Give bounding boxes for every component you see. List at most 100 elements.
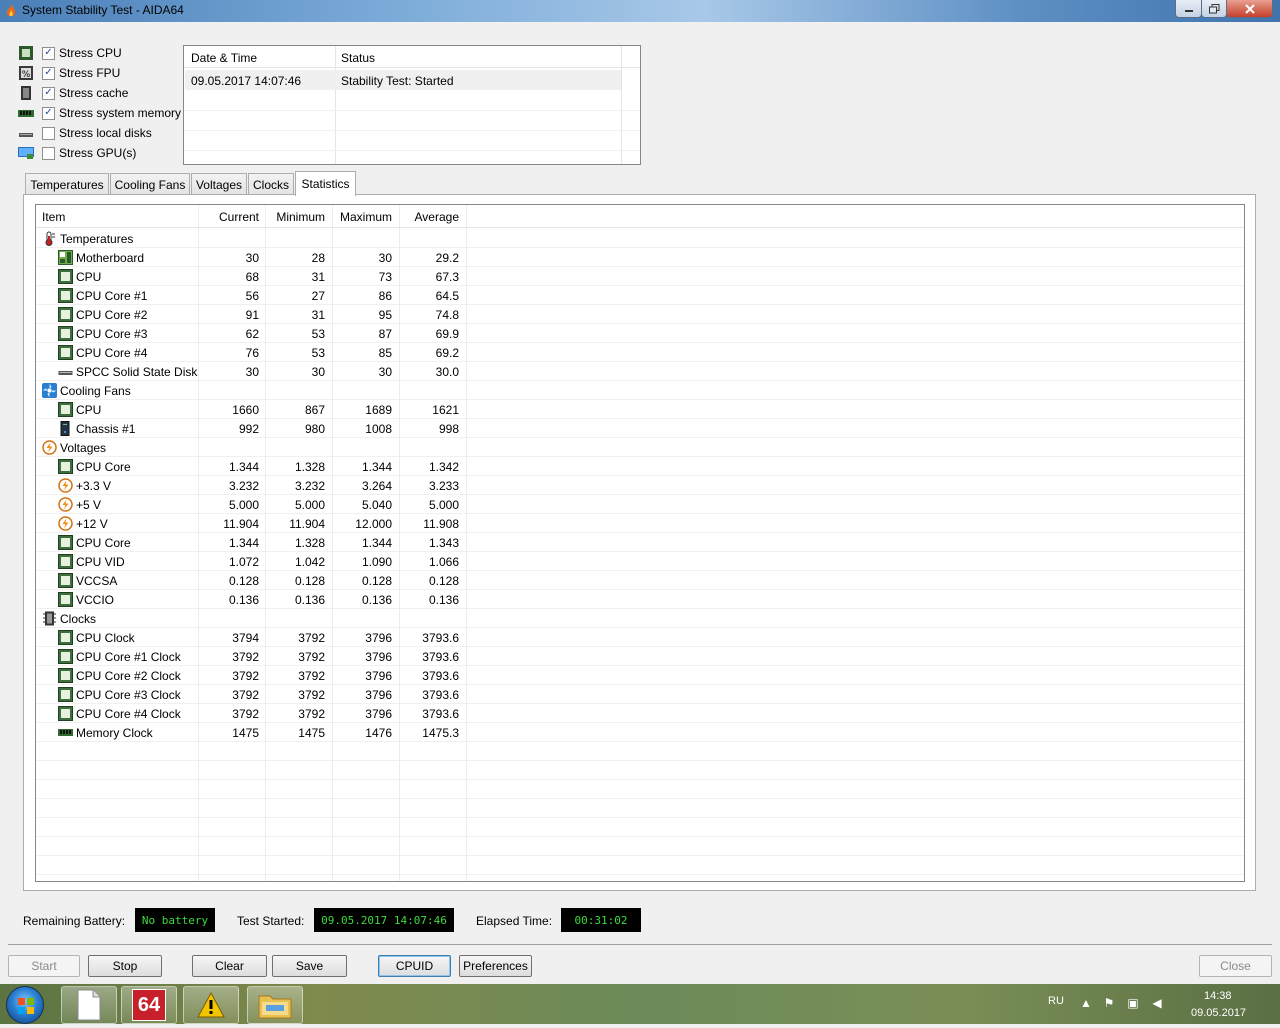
cpu-icon xyxy=(19,46,33,60)
stop-button[interactable]: Stop xyxy=(88,955,162,977)
table-group-row[interactable]: Clocks xyxy=(36,609,1244,628)
clock-date[interactable]: 09.05.2017 xyxy=(1191,1007,1246,1019)
event-log[interactable]: Date & Time Status 09.05.2017 14:07:46 S… xyxy=(183,45,641,165)
table-row[interactable]: Memory Clock 1475 1475 1476 1475.3 xyxy=(36,723,1244,742)
stress-cpu-option[interactable]: ✓ Stress CPU xyxy=(18,44,188,62)
taskbar-app-aida64[interactable]: 64 xyxy=(121,986,177,1024)
table-row[interactable]: CPU VID 1.072 1.042 1.090 1.066 xyxy=(36,552,1244,571)
title-bar[interactable]: System Stability Test - AIDA64 xyxy=(0,0,1280,22)
preferences-button[interactable]: Preferences xyxy=(459,955,532,977)
table-row[interactable]: CPU Clock 3794 3792 3796 3793.6 xyxy=(36,628,1244,647)
stress-disks-option[interactable]: Stress local disks xyxy=(18,124,188,142)
elapsed-time-value: 00:31:02 xyxy=(561,908,641,932)
taskbar-app-explorer[interactable] xyxy=(247,986,303,1024)
stress-memory-checkbox[interactable]: ✓ xyxy=(42,106,55,120)
value-cur: 11.904 xyxy=(223,517,259,531)
stress-cpu-checkbox[interactable]: ✓ xyxy=(42,46,55,60)
clock-time[interactable]: 14:38 xyxy=(1204,990,1232,1002)
group-label: Cooling Fans xyxy=(60,384,131,398)
value-cur: 3792 xyxy=(232,707,259,721)
table-row[interactable]: Motherboard 30 28 30 29.2 xyxy=(36,248,1244,267)
divider xyxy=(8,944,1272,945)
table-row[interactable]: VCCIO 0.136 0.136 0.136 0.136 xyxy=(36,590,1244,609)
stress-disks-checkbox[interactable] xyxy=(42,126,55,140)
stress-cache-checkbox[interactable]: ✓ xyxy=(42,86,55,100)
item-label: CPU Core #4 xyxy=(76,346,148,360)
elapsed-time-label: Elapsed Time: xyxy=(476,914,553,928)
table-row[interactable]: SPCC Solid State Disk 30 30 30 30.0 xyxy=(36,362,1244,381)
statistics-grid[interactable]: Item Current Minimum Maximum Average Tem… xyxy=(35,204,1245,882)
taskbar-app-warning[interactable] xyxy=(183,986,239,1024)
table-row[interactable]: CPU Core #1 56 27 86 64.5 xyxy=(36,286,1244,305)
table-row[interactable]: CPU Core #2 Clock 3792 3792 3796 3793.6 xyxy=(36,666,1244,685)
table-row[interactable]: CPU Core #2 91 31 95 74.8 xyxy=(36,305,1244,324)
table-group-row[interactable]: Voltages xyxy=(36,438,1244,457)
tab-voltages[interactable]: Voltages xyxy=(191,173,247,195)
value-avg: 998 xyxy=(438,422,459,436)
column-current[interactable]: Current xyxy=(198,210,259,224)
cpuid-button[interactable]: CPUID xyxy=(378,955,451,977)
language-indicator[interactable]: RU xyxy=(1048,995,1064,1007)
table-row[interactable]: CPU Core #4 76 53 85 69.2 xyxy=(36,343,1244,362)
save-button[interactable]: Save xyxy=(272,955,347,977)
table-row[interactable]: CPU Core #3 Clock 3792 3792 3796 3793.6 xyxy=(36,685,1244,704)
stress-memory-option[interactable]: ✓ Stress system memory xyxy=(18,104,188,122)
fan-icon xyxy=(42,383,57,398)
tab-temperatures[interactable]: Temperatures xyxy=(25,173,109,195)
stress-fpu-checkbox[interactable]: ✓ xyxy=(42,66,55,80)
table-row[interactable]: CPU Core #4 Clock 3792 3792 3796 3793.6 xyxy=(36,704,1244,723)
volume-icon[interactable]: ◀ xyxy=(1149,996,1165,1012)
stress-fpu-label: Stress FPU xyxy=(59,66,121,80)
voltage-icon xyxy=(42,440,57,455)
table-row[interactable]: CPU 68 31 73 67.3 xyxy=(36,267,1244,286)
value-max: 85 xyxy=(378,346,392,360)
value-cur: 3.232 xyxy=(228,479,259,493)
stress-gpu-option[interactable]: Stress GPU(s) xyxy=(18,144,188,162)
table-group-row[interactable]: Cooling Fans xyxy=(36,381,1244,400)
close-window-button[interactable] xyxy=(1226,0,1273,18)
thermometer-icon xyxy=(42,231,57,246)
table-row[interactable]: +12 V 11.904 11.904 12.000 11.908 xyxy=(36,514,1244,533)
table-row[interactable]: CPU Core #1 Clock 3792 3792 3796 3793.6 xyxy=(36,647,1244,666)
fire-icon xyxy=(6,4,16,17)
minimize-button[interactable] xyxy=(1175,0,1202,18)
voltage-icon xyxy=(58,497,73,512)
value-min: 3792 xyxy=(298,688,325,702)
chip-icon xyxy=(58,269,73,284)
table-group-row[interactable]: Temperatures xyxy=(36,229,1244,248)
stress-gpu-checkbox[interactable] xyxy=(42,146,55,160)
stress-fpu-option[interactable]: % ✓ Stress FPU xyxy=(18,64,188,82)
tab-cooling-fans[interactable]: Cooling Fans xyxy=(110,173,190,195)
start-button[interactable]: Start xyxy=(8,955,80,977)
close-button[interactable]: Close xyxy=(1199,955,1272,977)
table-row[interactable]: +5 V 5.000 5.000 5.040 5.000 xyxy=(36,495,1244,514)
table-row[interactable]: VCCSA 0.128 0.128 0.128 0.128 xyxy=(36,571,1244,590)
log-column-status[interactable]: Status xyxy=(341,51,375,65)
start-menu-button[interactable] xyxy=(6,986,44,1024)
value-min: 867 xyxy=(304,403,325,417)
log-column-datetime[interactable]: Date & Time xyxy=(191,51,257,65)
tab-statistics[interactable]: Statistics xyxy=(295,171,356,196)
value-avg: 69.2 xyxy=(435,346,459,360)
action-center-flag-icon[interactable]: ⚑ xyxy=(1101,996,1117,1012)
network-icon[interactable]: ▣ xyxy=(1125,996,1141,1012)
table-row[interactable]: Chassis #1 992 980 1008 998 xyxy=(36,419,1244,438)
table-row[interactable]: CPU Core 1.344 1.328 1.344 1.342 xyxy=(36,457,1244,476)
show-hidden-icons[interactable]: ▲ xyxy=(1078,996,1094,1012)
value-min: 31 xyxy=(311,308,325,322)
tab-clocks[interactable]: Clocks xyxy=(248,173,294,195)
clear-button[interactable]: Clear xyxy=(192,955,267,977)
table-row[interactable]: CPU Core #3 62 53 87 69.9 xyxy=(36,324,1244,343)
maximize-button[interactable] xyxy=(1201,0,1227,18)
table-row[interactable]: CPU 1660 867 1689 1621 xyxy=(36,400,1244,419)
column-average[interactable]: Average xyxy=(399,210,459,224)
value-min: 11.904 xyxy=(289,517,325,531)
column-minimum[interactable]: Minimum xyxy=(265,210,325,224)
column-item[interactable]: Item xyxy=(42,210,65,224)
log-row[interactable]: 09.05.2017 14:07:46 Stability Test: Star… xyxy=(185,70,621,90)
stress-cache-option[interactable]: ✓ Stress cache xyxy=(18,84,188,102)
taskbar-app-document[interactable] xyxy=(61,986,117,1024)
table-row[interactable]: +3.3 V 3.232 3.232 3.264 3.233 xyxy=(36,476,1244,495)
table-row[interactable]: CPU Core 1.344 1.328 1.344 1.343 xyxy=(36,533,1244,552)
column-maximum[interactable]: Maximum xyxy=(332,210,392,224)
